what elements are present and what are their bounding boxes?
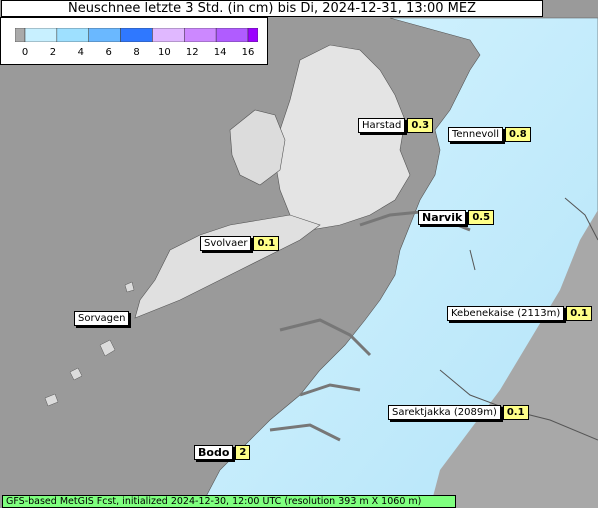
terrain-map <box>0 0 598 508</box>
legend-tick-label: 14 <box>213 47 227 58</box>
legend-swatch <box>120 28 153 42</box>
city-name: Bodo <box>194 445 234 460</box>
color-legend: 0 2 4 6 8 10 12 14 16 <box>0 17 268 65</box>
city-label-sarektjakka: Sarektjakka (2089m) 0.1 <box>388 405 529 420</box>
city-value: 0.5 <box>468 210 495 225</box>
city-value: 0.8 <box>504 127 531 142</box>
legend-tick-label: 10 <box>158 47 171 58</box>
city-name: Tennevoll <box>448 127 503 142</box>
footer-credit: GFS-based MetGIS Fcst, initialized 2024-… <box>2 495 456 508</box>
legend-tick-label: 16 <box>241 47 255 58</box>
city-label-bodo: Bodo 2 <box>194 445 251 460</box>
city-value: 0.1 <box>502 405 529 420</box>
legend-tick-label: 2 <box>49 47 57 58</box>
legend-swatch <box>152 28 185 42</box>
legend-tick-label: 6 <box>105 47 112 58</box>
city-name: Sorvagen <box>74 311 130 326</box>
city-label-kebenekaise: Kebenekaise (2113m) 0.1 <box>447 306 592 321</box>
city-value: 2 <box>235 445 251 460</box>
legend-swatch <box>56 28 89 42</box>
city-name: Narvik <box>418 210 467 225</box>
legend-swatch <box>215 28 249 42</box>
legend-tick-label: 4 <box>77 47 84 58</box>
city-value: 0.1 <box>253 236 280 251</box>
city-label-svolvaer: Svolvaer 0.1 <box>200 236 280 251</box>
legend-swatch <box>24 28 58 42</box>
city-label-narvik: Narvik 0.5 <box>418 210 495 225</box>
city-name: Svolvaer <box>200 236 252 251</box>
city-label-sorvagen: Sorvagen <box>74 311 130 326</box>
legend-swatch <box>88 28 121 42</box>
city-name: Sarektjakka (2089m) <box>388 405 501 420</box>
legend-swatch <box>15 28 26 42</box>
city-label-harstad: Harstad 0.3 <box>358 118 434 133</box>
city-label-tennevoll: Tennevoll 0.8 <box>448 127 531 142</box>
city-value: 0.3 <box>407 118 434 133</box>
city-value: 0.1 <box>566 306 592 321</box>
map-title: Neuschnee letzte 3 Std. (in cm) bis Di, … <box>1 0 543 17</box>
legend-swatch <box>247 28 258 42</box>
legend-tick-label: 12 <box>185 47 199 58</box>
legend-swatch <box>184 28 217 42</box>
city-name: Harstad <box>358 118 406 133</box>
legend-tick-label: 8 <box>133 47 140 58</box>
city-name: Kebenekaise (2113m) <box>447 306 565 321</box>
legend-colorbar <box>15 28 258 42</box>
legend-tick-label: 0 <box>21 47 29 58</box>
